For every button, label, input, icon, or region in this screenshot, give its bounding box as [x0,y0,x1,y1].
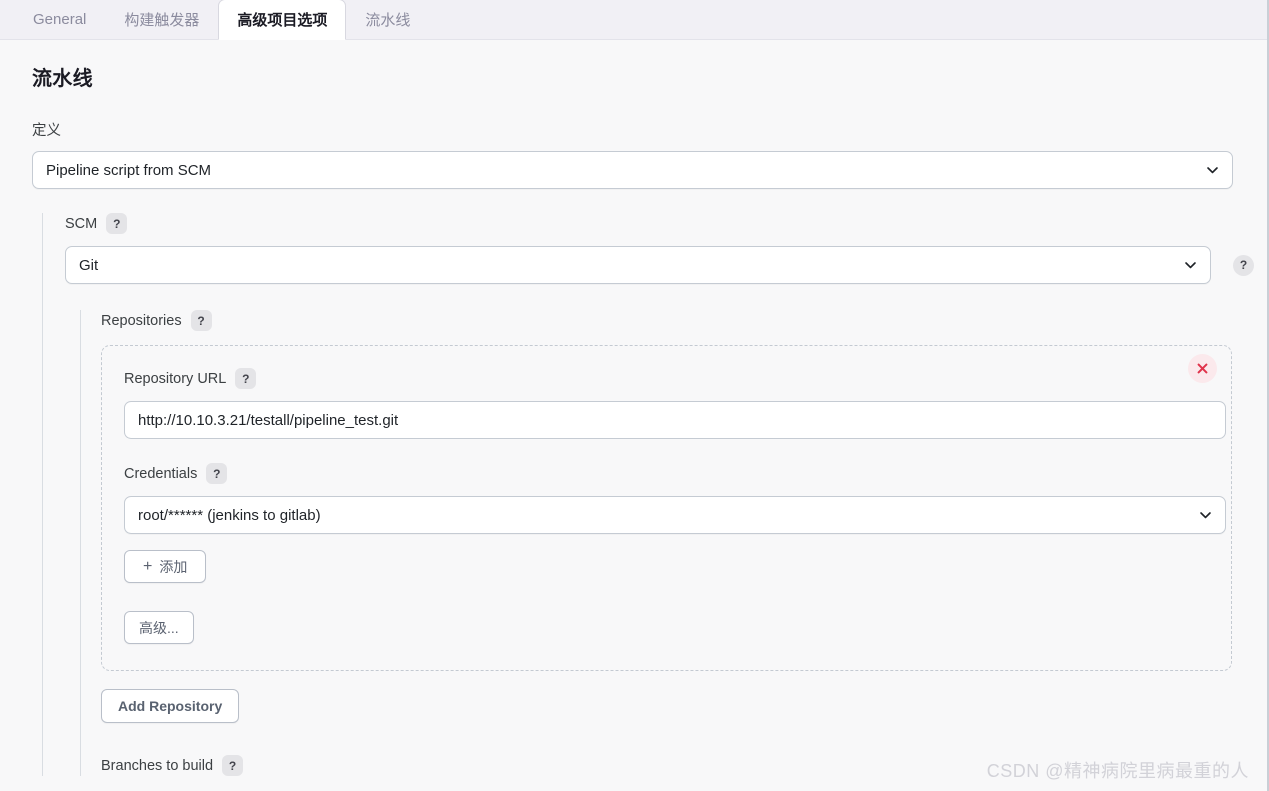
plus-icon: + [143,557,153,575]
add-repository-label: Add Repository [118,698,223,714]
watermark: CSDN @精神病院里病最重的人 [986,761,1249,781]
chevron-down-icon [1184,259,1197,272]
scm-select-value: Git [79,256,99,274]
page-title: 流水线 [32,68,93,90]
repositories-group: Repositories ? Repository URL ? http://1… [80,310,1267,776]
tab-build-triggers[interactable]: 构建触发器 [105,0,218,39]
credentials-select-value: root/****** (jenkins to gitlab) [138,506,321,524]
scm-label: SCM [65,215,98,232]
repositories-label-row: Repositories ? [101,310,1267,331]
advanced-row: 高级... [124,611,1209,644]
tab-build-triggers-label: 构建触发器 [124,11,200,29]
credentials-select[interactable]: root/****** (jenkins to gitlab) [124,496,1226,534]
repositories-label: Repositories [101,312,182,329]
pipeline-section: 流水线 定义 Pipeline script from SCM SCM ? Gi… [0,62,1267,791]
definition-select-value: Pipeline script from SCM [46,161,212,179]
definition-field: 定义 Pipeline script from SCM [32,119,1267,189]
scm-label-row: SCM ? [65,213,1267,234]
credentials-label-row: Credentials ? [124,463,1209,484]
add-credentials-button[interactable]: + 添加 [124,550,207,583]
add-repository-button[interactable]: Add Repository [101,689,240,723]
repository-url-label-row: Repository URL ? [124,368,1209,389]
add-credentials-label: 添加 [159,558,188,575]
tab-general[interactable]: General [14,0,105,39]
branches-to-build-label: Branches to build [101,757,214,774]
repository-url-help-icon[interactable]: ? [235,368,257,389]
scm-side-help-icon[interactable]: ? [1233,254,1254,276]
advanced-label: 高级... [139,619,179,636]
chevron-down-icon [1199,509,1212,522]
tab-advanced-project-options-label: 高级项目选项 [237,12,328,29]
tab-pipeline-label: 流水线 [365,11,411,29]
repository-url-input[interactable] [124,401,1226,439]
scm-select[interactable]: Git [65,246,1211,284]
credentials-label: Credentials [124,465,198,482]
repository-url-label: Repository URL [124,370,227,387]
scm-select-row: Git ? [65,246,1267,284]
tab-pipeline[interactable]: 流水线 [346,0,429,39]
tab-general-label: General [33,10,87,28]
config-tab-bar: General 构建触发器 高级项目选项 流水线 [0,0,1267,40]
credentials-help-icon[interactable]: ? [206,463,228,484]
repository-entry: Repository URL ? Credentials ? root/****… [101,345,1232,671]
advanced-button[interactable]: 高级... [124,611,194,644]
repositories-help-icon[interactable]: ? [190,310,212,331]
tab-advanced-project-options[interactable]: 高级项目选项 [218,0,347,40]
branches-to-build-help-icon[interactable]: ? [222,755,244,776]
scm-help-icon[interactable]: ? [106,213,128,234]
jenkins-pipeline-config-page: General 构建触发器 高级项目选项 流水线 流水线 定义 Pipeline… [0,0,1269,791]
scm-group: SCM ? Git ? Repositories ? Repository UR… [42,213,1267,776]
chevron-down-icon [1206,164,1219,177]
delete-repository-button[interactable] [1188,354,1217,383]
definition-label: 定义 [32,123,61,139]
definition-select[interactable]: Pipeline script from SCM [32,151,1233,189]
